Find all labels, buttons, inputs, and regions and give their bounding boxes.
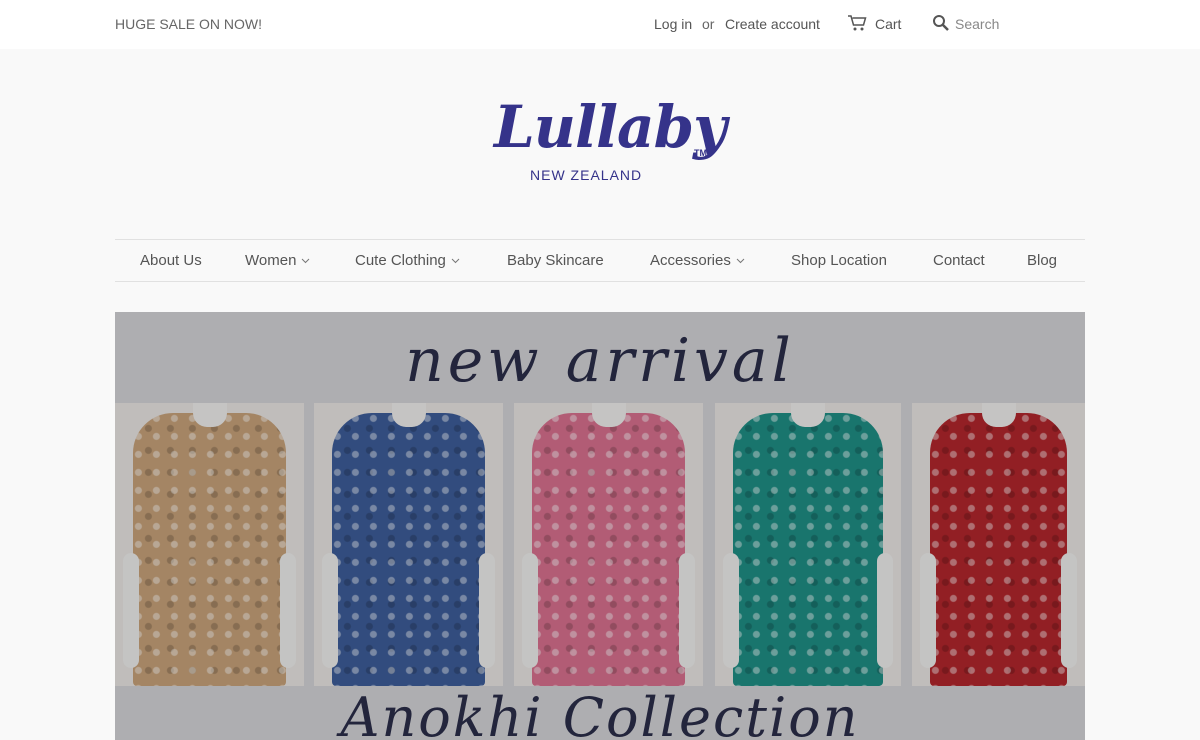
hero-banner[interactable]: new arrival Anokhi Collection <box>115 312 1085 740</box>
product-photo-1 <box>115 403 304 686</box>
nav-item-label: About Us <box>140 252 202 269</box>
mannequin-neck <box>791 403 825 427</box>
nav-item-label: Accessories <box>650 252 731 269</box>
nav-item-label: Baby Skincare <box>507 252 604 269</box>
product-photo-5 <box>912 403 1085 686</box>
chevron-down-icon <box>302 258 310 263</box>
garment-5 <box>930 413 1067 686</box>
mannequin-arm <box>679 553 695 668</box>
mannequin-arm <box>920 553 936 668</box>
nav-item-label: Cute Clothing <box>355 252 446 269</box>
login-link[interactable]: Log in <box>654 16 692 32</box>
garment-4 <box>733 413 883 686</box>
promo-banner-text[interactable]: HUGE SALE ON NOW! <box>115 16 262 32</box>
main-navigation: About Us Women Cute Clothing Baby Skinca… <box>115 239 1085 282</box>
garment-2 <box>332 413 485 686</box>
logo-wordmark: Lullaby <box>494 93 727 161</box>
mannequin-neck <box>391 403 426 427</box>
garment-3 <box>532 413 685 686</box>
mannequin-neck <box>591 403 626 427</box>
search-icon[interactable] <box>932 14 950 32</box>
banner-collection-title: Anokhi Collection <box>340 686 860 740</box>
mannequin-arm <box>723 553 739 668</box>
product-photo-3 <box>514 403 703 686</box>
nav-item-label: Blog <box>1027 252 1058 269</box>
mannequin-neck <box>192 403 227 427</box>
create-account-link[interactable]: Create account <box>725 16 820 32</box>
chevron-down-icon <box>451 258 460 263</box>
mannequin-arm <box>280 553 296 668</box>
chevron-down-icon <box>736 258 745 263</box>
nav-item-shop-location[interactable]: Shop Location <box>791 252 887 269</box>
nav-item-baby-skincare[interactable]: Baby Skincare <box>507 252 604 269</box>
product-photo-4 <box>715 403 901 686</box>
garment-1 <box>133 413 286 686</box>
search-input[interactable] <box>955 13 1075 35</box>
mannequin-neck <box>981 403 1016 427</box>
nav-item-label: Shop Location <box>791 252 887 269</box>
site-logo[interactable]: Lullaby TM NEW ZEALAND <box>490 92 727 192</box>
cart-icon[interactable] <box>847 14 867 32</box>
nav-item-cute-clothing[interactable]: Cute Clothing <box>355 252 460 269</box>
mannequin-arm <box>522 553 538 668</box>
mannequin-arm <box>479 553 495 668</box>
mannequin-arm <box>877 553 893 668</box>
nav-item-about-us[interactable]: About Us <box>140 252 202 269</box>
nav-item-accessories[interactable]: Accessories <box>650 252 745 269</box>
nav-item-contact[interactable]: Contact <box>933 252 985 269</box>
mannequin-arm <box>322 553 338 668</box>
product-photo-2 <box>314 403 503 686</box>
mannequin-arm <box>1061 553 1077 668</box>
logo-tagline: NEW ZEALAND <box>530 167 643 183</box>
logo-trademark: TM <box>694 148 707 158</box>
top-bar: HUGE SALE ON NOW! Log in or Create accou… <box>0 0 1200 49</box>
nav-item-label: Women <box>245 252 297 269</box>
nav-item-blog[interactable]: Blog <box>1027 252 1057 269</box>
banner-headline: new arrival <box>405 326 795 396</box>
nav-item-label: Contact <box>933 252 985 269</box>
cart-link[interactable]: Cart <box>875 16 901 32</box>
mannequin-arm <box>123 553 139 668</box>
nav-item-women[interactable]: Women <box>245 252 310 269</box>
or-separator: or <box>702 16 715 32</box>
